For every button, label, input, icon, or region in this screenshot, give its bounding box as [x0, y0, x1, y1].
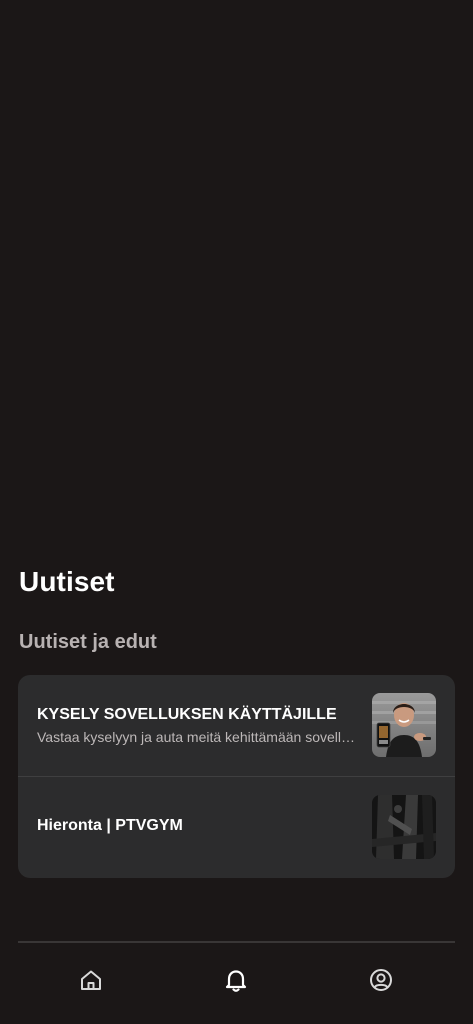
news-thumbnail-image — [372, 693, 436, 757]
news-thumbnail-image — [372, 795, 436, 859]
bottom-nav-divider — [18, 941, 455, 943]
news-list: KYSELY SOVELLUKSEN KÄYTTÄJILLE Vastaa ky… — [18, 675, 455, 878]
page-title: Uutiset — [19, 566, 115, 597]
home-icon[interactable] — [78, 967, 104, 993]
news-item-title: KYSELY SOVELLUKSEN KÄYTTÄJILLE — [37, 706, 337, 723]
section-title: Uutiset ja edut — [19, 631, 157, 653]
news-item-massage[interactable]: Hieronta | PTVGYM — [18, 777, 455, 878]
bell-icon[interactable] — [223, 967, 249, 993]
news-item-survey[interactable]: KYSELY SOVELLUKSEN KÄYTTÄJILLE Vastaa ky… — [18, 675, 455, 776]
news-item-title: Hieronta | PTVGYM — [37, 817, 183, 834]
profile-icon[interactable] — [368, 967, 394, 993]
news-item-subtitle: Vastaa kyselyyn ja auta meitä kehittämää… — [37, 729, 362, 745]
